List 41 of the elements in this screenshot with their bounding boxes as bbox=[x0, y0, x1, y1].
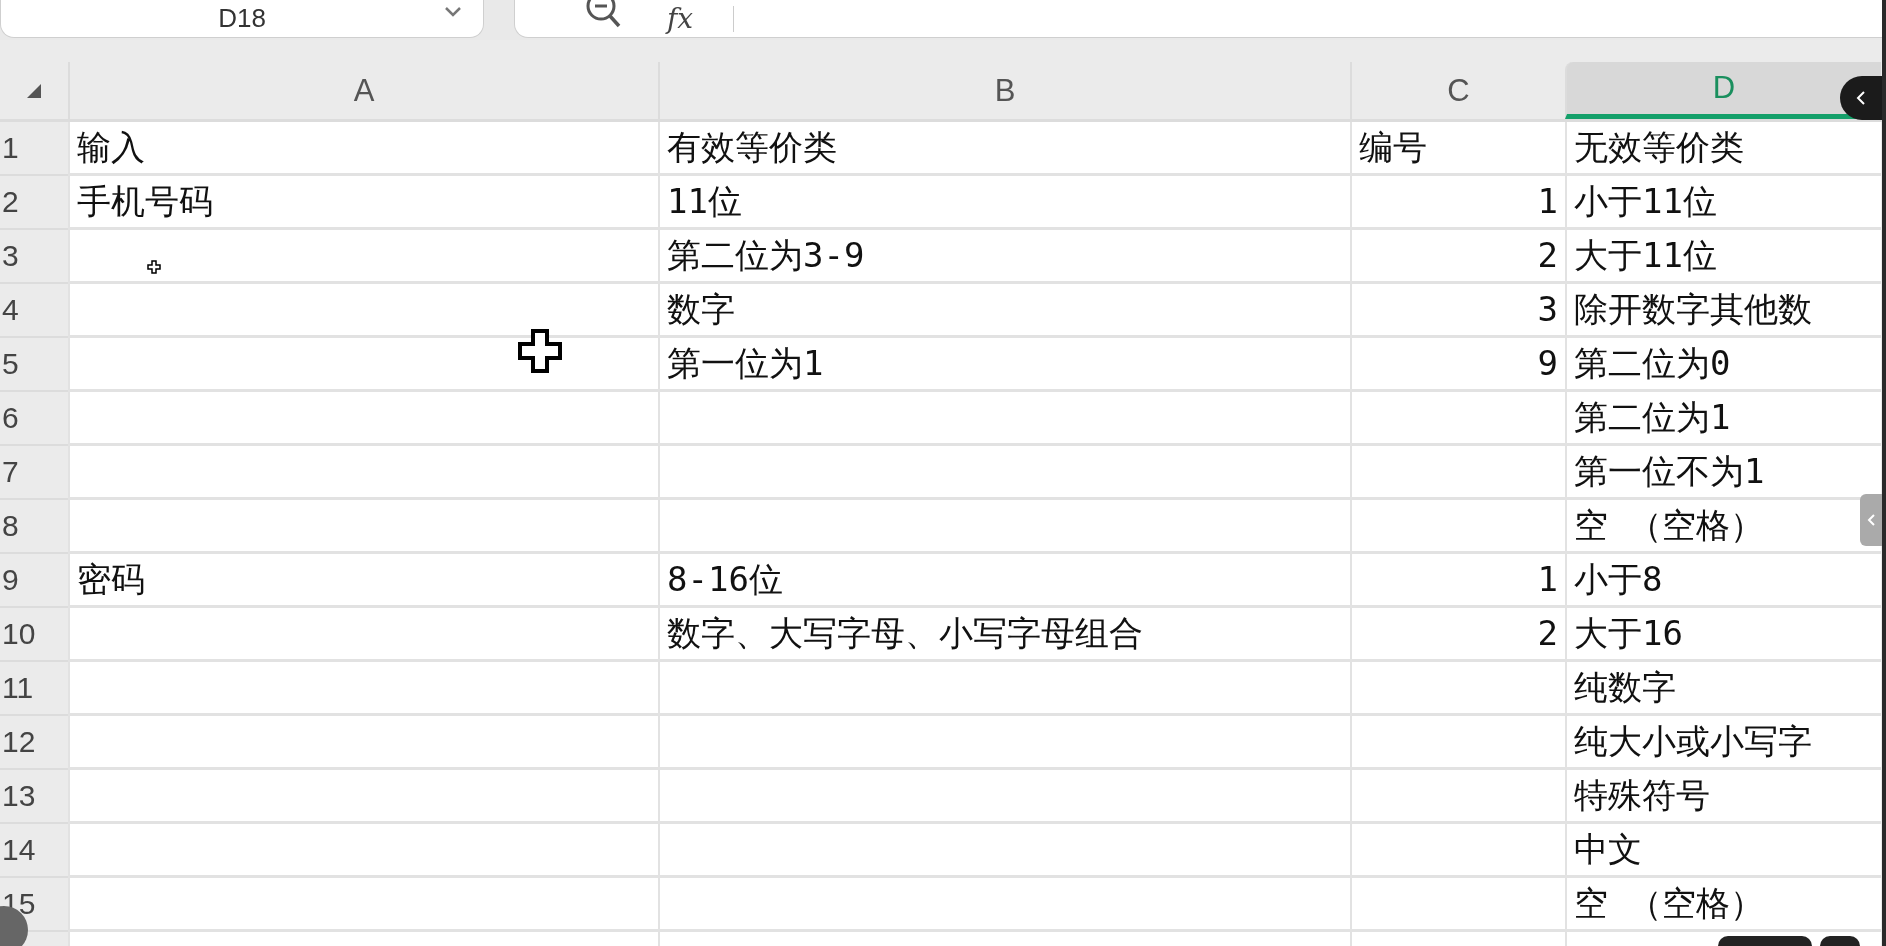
table-cell: 纯数字 bbox=[1565, 662, 1881, 716]
table-cell: 小于11位 bbox=[1565, 176, 1881, 230]
table-cell: 密码 bbox=[68, 554, 658, 608]
table-cell: 空 （空格） bbox=[1565, 878, 1881, 932]
cross-cursor-icon bbox=[517, 328, 563, 374]
table-cell: 大于16 bbox=[1565, 608, 1881, 662]
table-cell: 1 bbox=[1350, 554, 1565, 608]
table-cell: 小于8 bbox=[1565, 554, 1881, 608]
table-cell: 中文 bbox=[1565, 824, 1881, 878]
table-cell: 数字 bbox=[658, 284, 1350, 338]
table-cell: 第一位为1 bbox=[658, 338, 1350, 392]
chevron-left-icon bbox=[1866, 512, 1876, 528]
table-cell: 2 bbox=[1350, 230, 1565, 284]
name-box[interactable]: D18 bbox=[0, 0, 484, 38]
table-cell: 无效等价类 bbox=[1565, 122, 1881, 176]
function-label[interactable]: fx bbox=[667, 4, 694, 33]
table-cell: 1 bbox=[1350, 176, 1565, 230]
column-header[interactable]: B bbox=[658, 62, 1350, 119]
table-cell: 手机号码 bbox=[68, 176, 658, 230]
table-cell: 第二位为1 bbox=[1565, 392, 1881, 446]
chevron-left-icon bbox=[1855, 89, 1867, 107]
table-cell: 除开数字其他数 bbox=[1565, 284, 1881, 338]
table-cell: 数字、大写字母、小写字母组合 bbox=[658, 608, 1350, 662]
table-cell: 第一位不为1 bbox=[1565, 446, 1881, 500]
table-cell: 3 bbox=[1350, 284, 1565, 338]
table-cell: 9 bbox=[1350, 338, 1565, 392]
table-cell: 有效等价类 bbox=[658, 122, 1350, 176]
dropdown-icon[interactable] bbox=[443, 6, 463, 18]
table-cell: 编号 bbox=[1350, 122, 1565, 176]
table-cell: 第二位为0 bbox=[1565, 338, 1881, 392]
small-cross-icon bbox=[147, 260, 161, 274]
table-cell: 11位 bbox=[658, 176, 1350, 230]
table-cell: 8-16位 bbox=[658, 554, 1350, 608]
table-cell: 2 bbox=[1350, 608, 1565, 662]
table-cell: 纯大小或小写字 bbox=[1565, 716, 1881, 770]
table-cell: 第二位为3-9 bbox=[658, 230, 1350, 284]
column-header[interactable]: A bbox=[68, 62, 658, 119]
table-cell: 空 （空格） bbox=[1565, 500, 1881, 554]
table-cell: 大于11位 bbox=[1565, 230, 1881, 284]
table-cell: 特殊符号 bbox=[1565, 770, 1881, 824]
table-cell: 输入 bbox=[68, 122, 658, 176]
